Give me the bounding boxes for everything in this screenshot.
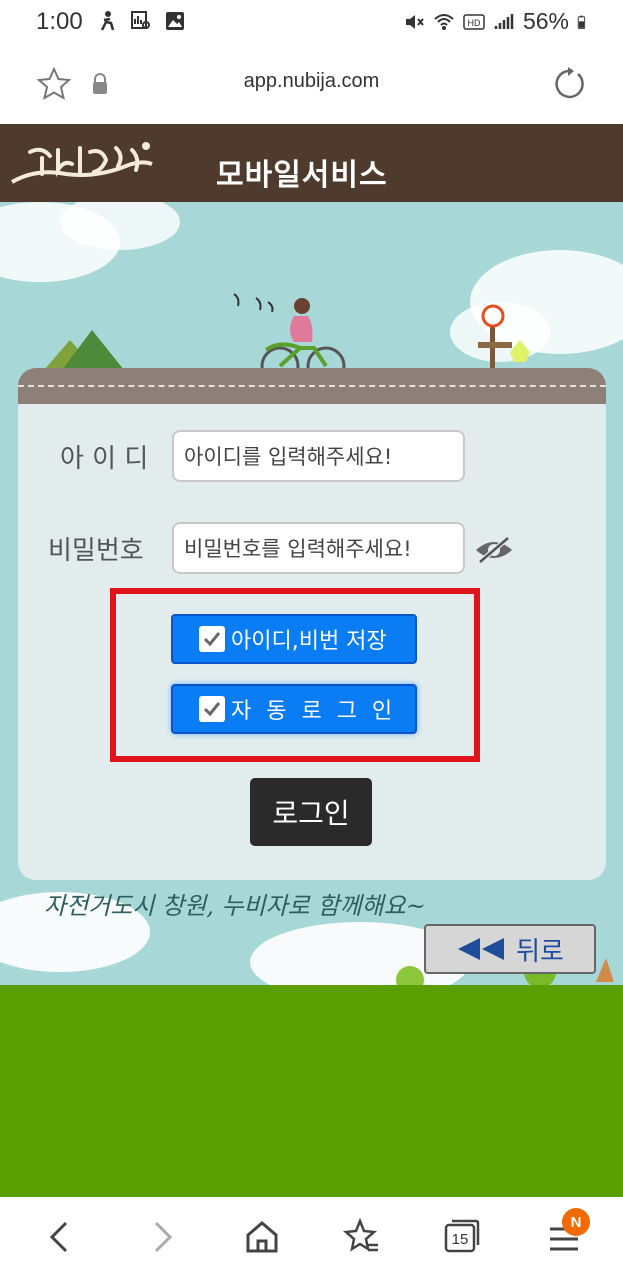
auto-login-label: 자 동 로 그 인 <box>231 699 397 724</box>
road-dash <box>18 385 606 387</box>
menu-badge: N <box>562 1208 590 1236</box>
status-indicators: HD 56% <box>403 8 591 35</box>
battery-percent: 56% <box>522 8 569 34</box>
mute-icon <box>405 14 424 29</box>
checkbox-checked-icon <box>199 626 225 652</box>
home-icon[interactable] <box>242 1217 282 1257</box>
status-time: 1:00 <box>36 8 83 35</box>
tab-count: 15 <box>451 1230 469 1248</box>
auto-login-checkbox[interactable]: 자 동 로 그 인 <box>171 684 417 734</box>
save-id-password-label: 아이디,비번 저장 <box>231 629 387 654</box>
browser-bottom-nav: 15 <box>0 1197 623 1280</box>
reload-icon[interactable] <box>548 64 588 104</box>
nubija-logo <box>10 142 153 184</box>
id-input[interactable]: 아이디를 입력해주세요! <box>172 430 465 482</box>
back-button[interactable]: 뒤로 <box>424 924 596 974</box>
battery-icon <box>577 15 586 29</box>
address-bar: app.nubija.com <box>0 46 623 124</box>
road-strip <box>18 368 606 404</box>
signal-icon <box>494 13 514 29</box>
checkbox-checked-icon <box>199 696 225 722</box>
image-icon <box>166 12 184 30</box>
hd-icon: HD <box>463 13 485 30</box>
password-label: 비밀번호 <box>48 536 144 566</box>
login-button[interactable]: 로그인 <box>250 778 372 846</box>
svg-text:HD: HD <box>467 18 480 28</box>
back-nav-icon[interactable] <box>40 1217 80 1257</box>
tabs-button[interactable]: 15 <box>442 1217 482 1257</box>
save-id-password-checkbox[interactable]: 아이디,비번 저장 <box>171 614 417 664</box>
back-label: 뒤로 <box>516 936 564 967</box>
password-input[interactable]: 비밀번호를 입력해주세요! <box>172 522 465 574</box>
runner-icon <box>100 11 115 31</box>
grass-ground <box>0 985 623 1197</box>
url-field[interactable]: app.nubija.com <box>0 70 623 93</box>
forward-nav-icon[interactable] <box>142 1217 182 1257</box>
eye-hidden-icon[interactable] <box>474 534 514 566</box>
slogan-text: 자전거도시 창원, 누비자로 함께해요~ <box>44 892 426 920</box>
status-bar: 1:00 HD 56% <box>0 0 623 46</box>
notification-icons <box>96 10 186 32</box>
id-label: 아 이 디 <box>60 444 149 474</box>
double-arrow-left-icon <box>458 938 505 960</box>
chart-search-icon <box>131 11 150 29</box>
page-title: 모바일서비스 <box>216 158 388 193</box>
wifi-icon <box>434 13 454 30</box>
bookmarks-icon[interactable] <box>342 1217 382 1257</box>
